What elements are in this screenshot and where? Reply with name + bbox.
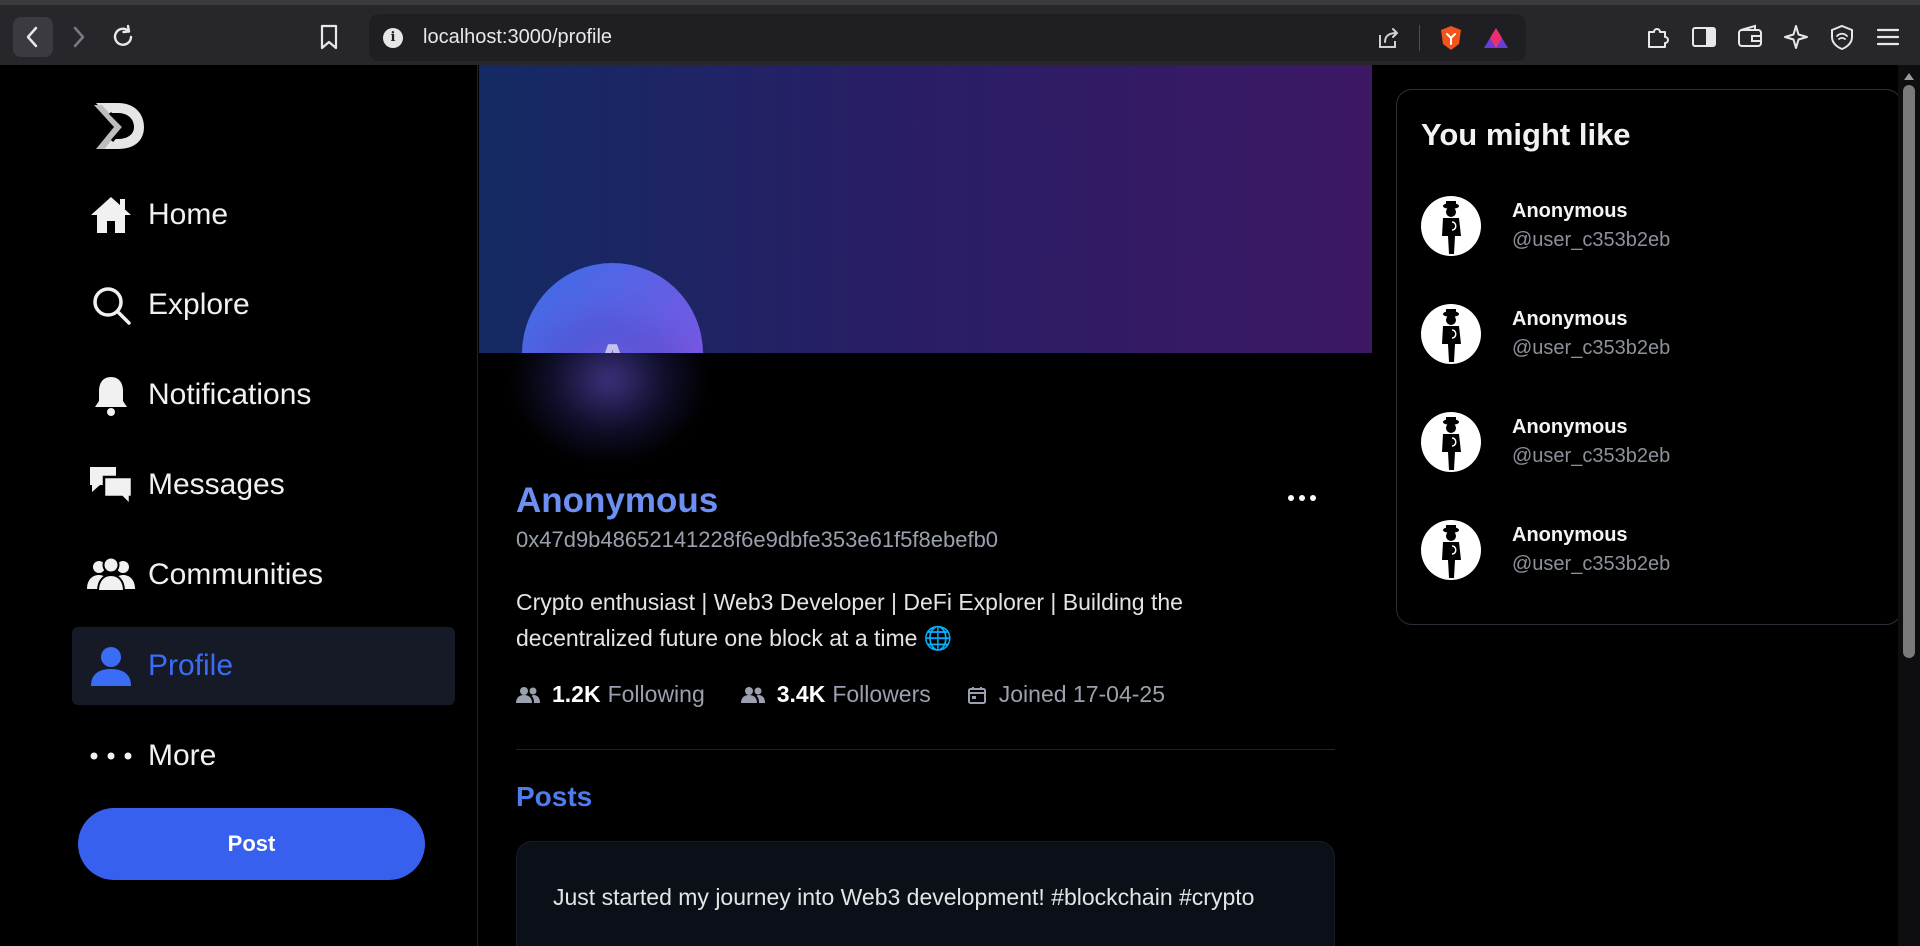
chevron-right-icon <box>73 26 85 48</box>
sidebar-toggle-icon[interactable] <box>1690 23 1718 51</box>
section-divider <box>516 749 1335 750</box>
scroll-up-arrow-icon[interactable] <box>1904 73 1914 80</box>
posts-heading[interactable]: Posts <box>516 781 592 813</box>
nav-messages[interactable]: Messages <box>72 446 455 524</box>
nav-explore[interactable]: Explore <box>72 266 455 344</box>
following-label: Following <box>607 681 705 707</box>
post-button[interactable]: Post <box>78 808 425 880</box>
vpn-shield-icon[interactable] <box>1828 23 1856 51</box>
nav-notifications[interactable]: Notifications <box>72 356 455 434</box>
forward-button[interactable] <box>58 17 98 57</box>
suggestion-name: Anonymous <box>1512 200 1628 222</box>
nav-home-label: Home <box>148 198 229 231</box>
profile-main: A Anonymous 0x47d9b48652141228f6e9dbfe35… <box>479 65 1372 946</box>
followers-count: 3.4K <box>776 681 826 707</box>
suggestion-name: Anonymous <box>1512 524 1628 546</box>
left-sidebar: Home Explore Notifications Messages Comm… <box>0 65 478 946</box>
suggestion-handle: @user_c353b2eb <box>1512 445 1671 467</box>
browser-toolbar: i localhost:3000/profile <box>0 0 1920 65</box>
back-button[interactable] <box>13 17 53 57</box>
bookmark-icon <box>320 24 338 50</box>
hamburger-menu-icon[interactable] <box>1874 23 1902 51</box>
post-text: Just started my journey into Web3 develo… <box>553 884 1255 910</box>
nav-profile[interactable]: Profile <box>72 627 455 705</box>
avatar[interactable] <box>1421 304 1481 364</box>
calendar-icon <box>967 686 986 704</box>
puzzle-icon[interactable] <box>1644 23 1672 51</box>
people-icon <box>87 556 135 592</box>
address-bar[interactable]: i localhost:3000/profile <box>369 14 1526 61</box>
logo-icon <box>94 103 144 149</box>
dot <box>1288 495 1294 501</box>
nav-profile-label: Profile <box>148 649 234 682</box>
toolbar-separator <box>1419 25 1420 51</box>
person-icon <box>91 647 131 686</box>
scrollbar-thumb[interactable] <box>1903 85 1915 658</box>
nav-explore-label: Explore <box>148 288 250 321</box>
suggestion-item[interactable]: Anonymous @user_c353b2eb <box>1421 515 1881 585</box>
avatar[interactable] <box>1421 196 1481 256</box>
chat-bubbles-icon <box>90 467 134 507</box>
suggestions-heading: You might like <box>1421 117 1631 152</box>
suggestion-handle: @user_c353b2eb <box>1512 553 1671 575</box>
extension-icons <box>1644 23 1902 51</box>
suggestion-handle: @user_c353b2eb <box>1512 229 1671 251</box>
avatar[interactable] <box>1421 520 1481 580</box>
app-logo[interactable] <box>92 99 146 158</box>
reload-icon <box>113 24 133 46</box>
anonymous-figure-icon <box>1442 309 1461 362</box>
followers-label: Followers <box>832 681 931 707</box>
wallet-address: 0x47d9b48652141228f6e9dbfe353e61f5f8ebef… <box>516 527 999 552</box>
people-small-icon <box>740 686 765 703</box>
following-stat[interactable]: 1.2K Following <box>516 681 705 708</box>
avatar[interactable] <box>1421 412 1481 472</box>
search-icon <box>93 287 131 325</box>
suggestions-panel: You might like Anonymous @user_c353b2eb … <box>1396 89 1902 625</box>
bookmark-button[interactable] <box>318 23 340 56</box>
dot <box>1310 495 1316 501</box>
anonymous-figure-icon <box>1442 525 1461 578</box>
nav-more-label: More <box>148 739 217 772</box>
people-small-icon <box>516 686 540 703</box>
nav-notifications-label: Notifications <box>148 378 312 411</box>
nav-communities[interactable]: Communities <box>72 536 455 614</box>
leo-ai-icon[interactable] <box>1782 23 1810 51</box>
profile-name: Anonymous <box>516 481 719 520</box>
bell-icon <box>95 377 127 416</box>
nav-home[interactable]: Home <box>72 176 455 254</box>
dots-icon <box>90 752 132 760</box>
following-count: 1.2K <box>552 681 601 707</box>
anonymous-figure-icon <box>1442 201 1461 254</box>
site-info-icon[interactable]: i <box>383 27 403 48</box>
suggestion-item[interactable]: Anonymous @user_c353b2eb <box>1421 191 1881 261</box>
suggestion-item[interactable]: Anonymous @user_c353b2eb <box>1421 407 1881 477</box>
home-icon <box>91 197 131 233</box>
reload-button[interactable] <box>103 17 143 57</box>
followers-stat[interactable]: 3.4K Followers <box>740 681 931 708</box>
nav-more[interactable]: More <box>72 717 455 795</box>
brave-rewards-icon[interactable] <box>1482 25 1510 51</box>
wallet-icon[interactable] <box>1736 23 1764 51</box>
share-icon[interactable] <box>1375 25 1401 51</box>
suggestion-item[interactable]: Anonymous @user_c353b2eb <box>1421 299 1881 369</box>
dot <box>1299 495 1305 501</box>
profile-bio: Crypto enthusiast | Web3 Developer | DeF… <box>516 589 1183 651</box>
avatar-glow <box>509 295 709 465</box>
chevron-left-icon <box>26 26 38 48</box>
joined-stat: Joined 17-04-25 <box>967 681 1165 708</box>
joined-date: Joined 17-04-25 <box>998 681 1165 707</box>
profile-stats: 1.2K Following 3.4K Followers Joined 17-… <box>516 681 1201 708</box>
suggestion-name: Anonymous <box>1512 416 1628 438</box>
page-scrollbar[interactable] <box>1898 65 1920 946</box>
nav-messages-label: Messages <box>148 468 285 501</box>
suggestion-handle: @user_c353b2eb <box>1512 337 1671 359</box>
post-card[interactable]: Just started my journey into Web3 develo… <box>516 841 1335 946</box>
brave-shield-icon[interactable] <box>1438 24 1464 52</box>
nav-communities-label: Communities <box>148 558 324 591</box>
anonymous-figure-icon <box>1442 417 1461 470</box>
url-text[interactable]: localhost:3000/profile <box>423 26 612 49</box>
profile-options-button[interactable] <box>1288 495 1316 501</box>
suggestion-name: Anonymous <box>1512 308 1628 330</box>
